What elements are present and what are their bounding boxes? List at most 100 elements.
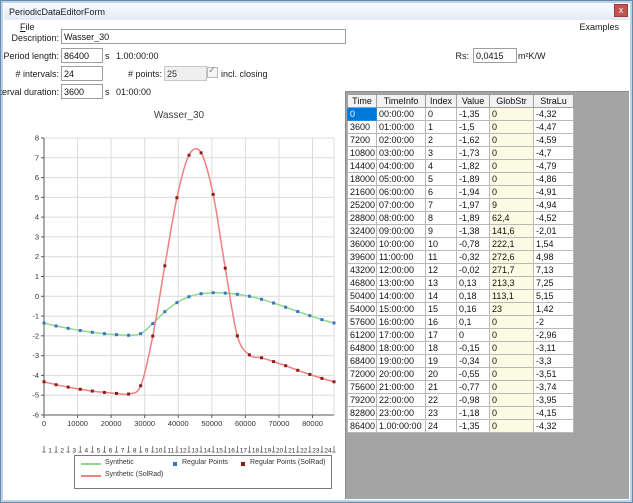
- table-cell[interactable]: 1.00:00:00: [377, 420, 426, 433]
- table-cell[interactable]: 18: [426, 342, 457, 355]
- table-cell[interactable]: 5: [426, 173, 457, 186]
- column-header-timeinfo[interactable]: TimeInfo: [377, 95, 426, 108]
- column-header-time[interactable]: Time: [348, 95, 377, 108]
- table-cell[interactable]: 7: [426, 199, 457, 212]
- table-cell[interactable]: 0: [490, 420, 534, 433]
- table-cell[interactable]: 25200: [348, 199, 377, 212]
- rs-input[interactable]: [473, 48, 517, 63]
- table-cell[interactable]: 2: [426, 134, 457, 147]
- table-cell[interactable]: 10800: [348, 147, 377, 160]
- table-cell[interactable]: -3,74: [534, 381, 574, 394]
- table-cell[interactable]: 0: [490, 329, 534, 342]
- table-cell[interactable]: 03:00:00: [377, 147, 426, 160]
- table-cell[interactable]: 14:00:00: [377, 290, 426, 303]
- table-cell[interactable]: -4,7: [534, 147, 574, 160]
- table-cell[interactable]: 09:00:00: [377, 225, 426, 238]
- table-cell[interactable]: 0: [490, 407, 534, 420]
- table-cell[interactable]: 0: [490, 342, 534, 355]
- table-cell[interactable]: -4,79: [534, 160, 574, 173]
- table-cell[interactable]: 07:00:00: [377, 199, 426, 212]
- table-cell[interactable]: -2,96: [534, 329, 574, 342]
- table-cell[interactable]: 7,13: [534, 264, 574, 277]
- table-cell[interactable]: 17: [426, 329, 457, 342]
- table-cell[interactable]: 54000: [348, 303, 377, 316]
- table-cell[interactable]: 13: [426, 277, 457, 290]
- table-cell[interactable]: -4,91: [534, 186, 574, 199]
- table-cell[interactable]: 6: [426, 186, 457, 199]
- table-cell[interactable]: 23: [490, 303, 534, 316]
- table-cell[interactable]: -4,32: [534, 420, 574, 433]
- table-cell[interactable]: 23: [426, 407, 457, 420]
- table-cell[interactable]: 21: [426, 381, 457, 394]
- table-cell[interactable]: 10: [426, 238, 457, 251]
- table-cell[interactable]: 50400: [348, 290, 377, 303]
- table-cell[interactable]: 0: [490, 368, 534, 381]
- table-cell[interactable]: 0: [490, 121, 534, 134]
- table-cell[interactable]: 01:00:00: [377, 121, 426, 134]
- table-cell[interactable]: 11:00:00: [377, 251, 426, 264]
- table-cell[interactable]: 0: [426, 108, 457, 121]
- table-cell[interactable]: 1: [426, 121, 457, 134]
- table-cell[interactable]: -0,78: [457, 238, 490, 251]
- table-cell[interactable]: 222,1: [490, 238, 534, 251]
- table-cell[interactable]: 23:00:00: [377, 407, 426, 420]
- table-cell[interactable]: -1,35: [457, 108, 490, 121]
- table-cell[interactable]: 4,98: [534, 251, 574, 264]
- table-cell[interactable]: 43200: [348, 264, 377, 277]
- table-cell[interactable]: 10:00:00: [377, 238, 426, 251]
- table-cell[interactable]: 3600: [348, 121, 377, 134]
- table-cell[interactable]: 0,18: [457, 290, 490, 303]
- table-cell[interactable]: 16: [426, 316, 457, 329]
- table-cell[interactable]: 46800: [348, 277, 377, 290]
- table-cell[interactable]: 21:00:00: [377, 381, 426, 394]
- table-cell[interactable]: 7,25: [534, 277, 574, 290]
- table-cell[interactable]: -4,32: [534, 108, 574, 121]
- column-header-index[interactable]: Index: [426, 95, 457, 108]
- table-cell[interactable]: 5,15: [534, 290, 574, 303]
- table-cell[interactable]: -1,89: [457, 212, 490, 225]
- table-cell[interactable]: 14: [426, 290, 457, 303]
- table-cell[interactable]: 0: [490, 173, 534, 186]
- table-cell[interactable]: 141,6: [490, 225, 534, 238]
- menu-item-file[interactable]: File: [20, 22, 35, 32]
- table-cell[interactable]: 0: [490, 394, 534, 407]
- table-cell[interactable]: 271,7: [490, 264, 534, 277]
- table-cell[interactable]: -3,11: [534, 342, 574, 355]
- table-cell[interactable]: 68400: [348, 355, 377, 368]
- table-cell[interactable]: 213,3: [490, 277, 534, 290]
- table-cell[interactable]: 39600: [348, 251, 377, 264]
- table-cell[interactable]: 12:00:00: [377, 264, 426, 277]
- table-cell[interactable]: 64800: [348, 342, 377, 355]
- column-header-globstr[interactable]: GlobStr: [490, 95, 534, 108]
- table-cell[interactable]: -4,94: [534, 199, 574, 212]
- table-cell[interactable]: -1,62: [457, 134, 490, 147]
- table-cell[interactable]: -1,94: [457, 186, 490, 199]
- table-cell[interactable]: -0,15: [457, 342, 490, 355]
- table-cell[interactable]: -4,47: [534, 121, 574, 134]
- table-cell[interactable]: 22:00:00: [377, 394, 426, 407]
- table-cell[interactable]: 18:00:00: [377, 342, 426, 355]
- table-cell[interactable]: -1,18: [457, 407, 490, 420]
- table-cell[interactable]: 32400: [348, 225, 377, 238]
- table-cell[interactable]: 20: [426, 368, 457, 381]
- table-cell[interactable]: 22: [426, 394, 457, 407]
- table-cell[interactable]: 0: [490, 381, 534, 394]
- table-cell[interactable]: 14400: [348, 160, 377, 173]
- table-cell[interactable]: 1,42: [534, 303, 574, 316]
- table-cell[interactable]: 15: [426, 303, 457, 316]
- table-cell[interactable]: -4,15: [534, 407, 574, 420]
- table-cell[interactable]: -2: [534, 316, 574, 329]
- table-cell[interactable]: 0: [490, 134, 534, 147]
- close-button[interactable]: x: [614, 4, 628, 17]
- table-cell[interactable]: 12: [426, 264, 457, 277]
- table-cell[interactable]: 7200: [348, 134, 377, 147]
- table-cell[interactable]: 4: [426, 160, 457, 173]
- table-cell[interactable]: 28800: [348, 212, 377, 225]
- table-cell[interactable]: 18000: [348, 173, 377, 186]
- table-cell[interactable]: 79200: [348, 394, 377, 407]
- table-cell[interactable]: 20:00:00: [377, 368, 426, 381]
- table-cell[interactable]: -2,01: [534, 225, 574, 238]
- column-header-stralu[interactable]: StraLu: [534, 95, 574, 108]
- table-cell[interactable]: 00:00:00: [377, 108, 426, 121]
- table-cell[interactable]: 19:00:00: [377, 355, 426, 368]
